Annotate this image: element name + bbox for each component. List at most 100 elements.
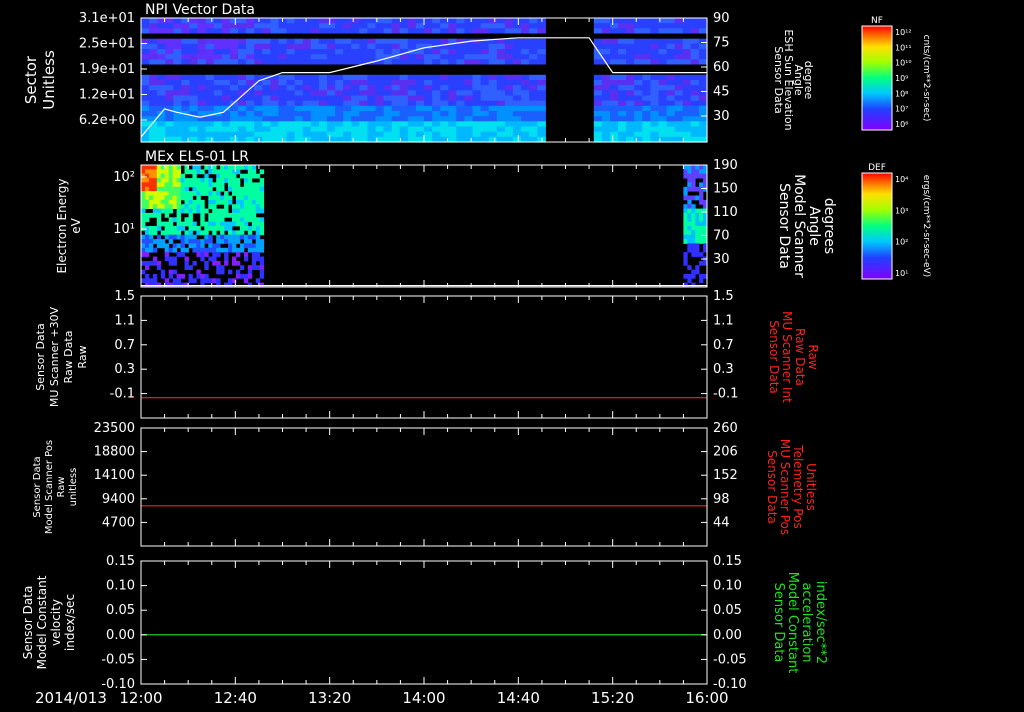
spectrogram-cell	[683, 212, 688, 218]
spectrogram-cell	[220, 226, 225, 231]
spectrogram-cell	[232, 221, 237, 227]
heatmap-cell	[512, 64, 522, 71]
heatmap-cell	[189, 59, 199, 66]
spectrogram-cell	[255, 234, 261, 240]
heatmap-cell	[359, 18, 368, 24]
heatmap-cell	[294, 105, 304, 112]
heatmap-cell	[634, 54, 643, 60]
spectrogram-cell	[156, 195, 162, 201]
heatmap-cell	[189, 54, 199, 60]
heatmap-cell	[229, 131, 239, 138]
spectrogram-cell	[228, 195, 233, 201]
spectrogram-cell	[184, 195, 189, 201]
heatmap-cell	[440, 90, 449, 97]
spectrogram-cell	[176, 191, 181, 196]
spectrogram-cell	[164, 212, 170, 218]
heatmap-cell	[601, 126, 611, 133]
heatmap-cell	[181, 38, 191, 45]
spectrogram-cells	[141, 165, 708, 288]
spectrogram-cell	[148, 234, 154, 240]
heatmap-cell	[181, 18, 191, 24]
colorbar-unit: cnts/(cm**2-sr-sec)	[921, 35, 931, 122]
heatmap-cell	[359, 74, 368, 81]
heatmap-cell	[343, 95, 352, 102]
heatmap-cell	[407, 85, 417, 91]
heatmap-cell	[359, 121, 368, 128]
heatmap-cell	[262, 126, 271, 133]
y-tick-label: 6.2e+00	[79, 113, 135, 128]
heatmap-cell	[634, 38, 643, 45]
spectrogram-cell	[172, 243, 177, 249]
heatmap-cell	[141, 100, 150, 107]
heatmap-cell	[690, 33, 700, 40]
heatmap-cell	[593, 105, 603, 112]
heatmap-cell	[221, 85, 231, 91]
spectrogram-cell	[691, 165, 696, 170]
heatmap-cell	[181, 80, 191, 86]
spectrogram-cell	[695, 243, 700, 249]
heatmap-cell	[294, 126, 304, 133]
heatmap-cell	[626, 90, 635, 97]
heatmap-cell	[424, 131, 433, 138]
heatmap-cell	[407, 126, 417, 133]
spectrogram-cell	[184, 221, 189, 227]
heatmap-cell	[157, 131, 166, 138]
spectrogram-cell	[695, 230, 700, 236]
spectrogram-cell	[164, 195, 170, 201]
x-tick-label: 13:20	[308, 689, 351, 707]
spectrogram-cell	[141, 165, 146, 170]
spectrogram-cell	[200, 243, 205, 249]
heatmap-cell	[690, 100, 700, 107]
heatmap-cell	[650, 43, 660, 50]
heatmap-cell	[658, 126, 668, 133]
heatmap-cell	[335, 28, 344, 35]
spectrogram-cell	[152, 278, 158, 284]
heatmap-cell	[383, 116, 393, 122]
spectrogram-cell	[687, 182, 692, 188]
heatmap-cell	[246, 18, 255, 24]
spectrogram-cell	[204, 273, 209, 279]
heatmap-cell	[610, 38, 619, 45]
heatmap-cell	[375, 38, 385, 45]
heatmap-cell	[674, 59, 684, 66]
spectrogram-cell	[247, 195, 253, 201]
heatmap-cell	[480, 49, 490, 55]
spectrogram-cell	[164, 208, 170, 214]
heatmap-cell	[189, 131, 199, 138]
heatmap-cell	[618, 126, 627, 133]
heatmap-cell	[229, 85, 239, 91]
heatmap-cell	[682, 38, 692, 45]
heatmap-cell	[682, 28, 692, 35]
heatmap-cell	[456, 131, 465, 138]
heatmap-cell	[197, 18, 207, 24]
heatmap-cell	[674, 18, 684, 24]
heatmap-cell	[391, 74, 401, 81]
heatmap-cell	[221, 18, 231, 24]
spectrogram-cell	[691, 178, 696, 183]
heatmap-cell	[496, 121, 506, 128]
spectrogram-cell	[192, 199, 197, 205]
heatmap-cell	[359, 95, 368, 102]
heatmap-cell	[456, 54, 465, 60]
spectrogram-cell	[216, 212, 221, 218]
heatmap-cell	[189, 18, 199, 24]
spectrogram-cell	[145, 173, 150, 179]
heatmap-cell	[456, 95, 465, 102]
heatmap-cell	[165, 131, 174, 138]
spectrogram-cell	[212, 260, 217, 266]
heatmap-cell	[650, 90, 660, 97]
data-gap	[548, 18, 590, 142]
spectrogram-cell	[691, 226, 696, 231]
y2-tick-label: 98	[713, 492, 730, 507]
heatmap-cell	[593, 64, 603, 71]
heatmap-cell	[327, 121, 336, 128]
heatmap-cell	[698, 116, 708, 122]
heatmap-cell	[472, 69, 482, 76]
spectrogram-cell	[141, 199, 146, 205]
spectrogram-cell	[160, 239, 166, 244]
spectrogram-cell	[216, 217, 221, 223]
spectrogram-cell	[255, 230, 261, 236]
heatmap-cell	[375, 105, 385, 112]
spectrogram-cell	[243, 217, 249, 223]
heatmap-cell	[270, 121, 280, 128]
